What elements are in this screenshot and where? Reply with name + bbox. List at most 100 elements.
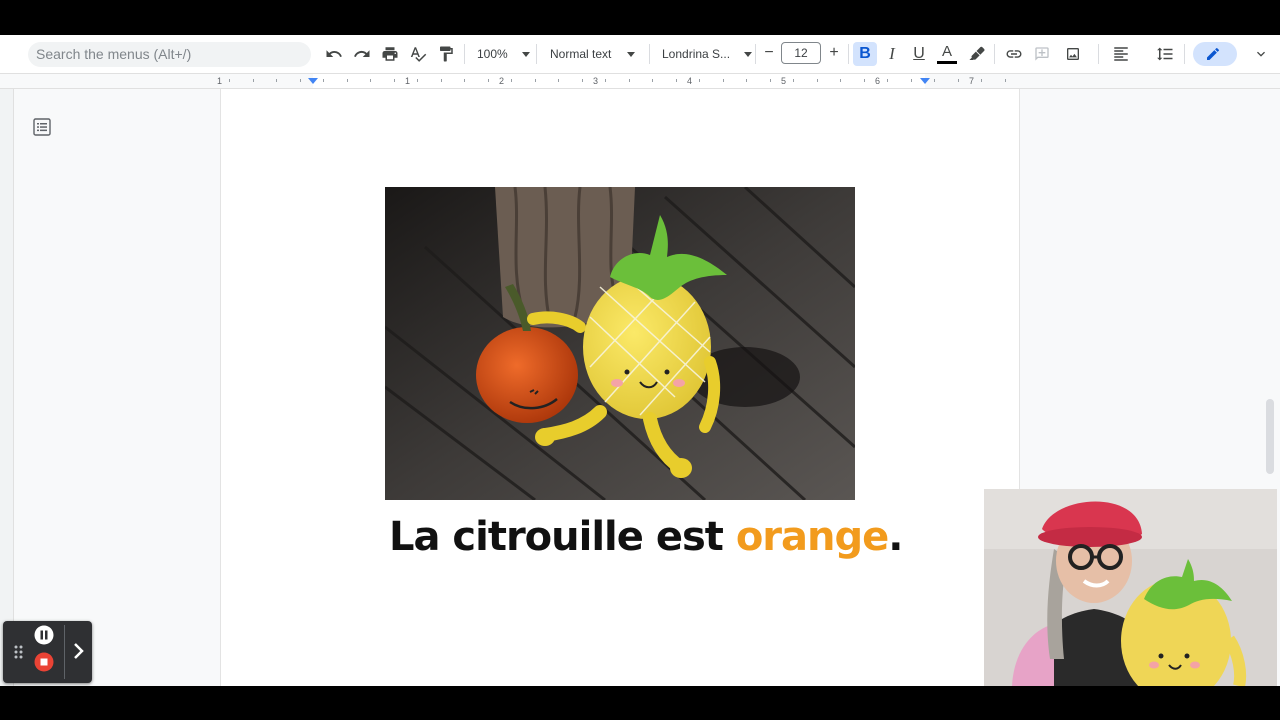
- stop-record-icon[interactable]: [34, 652, 54, 677]
- caption-period: .: [888, 514, 903, 560]
- letterbox-bottom: [0, 686, 1280, 720]
- ruler[interactable]: 1 1 2 3 4 5 6 7: [0, 73, 1280, 89]
- ruler-tick: [981, 79, 982, 82]
- text-color-label: A: [941, 43, 952, 60]
- toolbar-divider: [464, 44, 465, 64]
- ruler-tick: [347, 79, 348, 82]
- italic-button[interactable]: I: [880, 42, 904, 66]
- font-dropdown[interactable]: Londrina S...: [662, 42, 753, 66]
- hide-menus-icon[interactable]: [1249, 42, 1273, 66]
- ruler-number: 2: [499, 76, 505, 86]
- ruler-tick: [417, 79, 418, 82]
- chevron-down-icon: [627, 51, 636, 57]
- webcam-overlay: [984, 489, 1277, 686]
- style-value: Normal text: [550, 47, 612, 61]
- caption-text: La citrouille est: [389, 514, 736, 560]
- pumpkin-pineapple-photo[interactable]: [385, 187, 855, 500]
- ruler-tick: [887, 79, 888, 82]
- ruler-number: 1: [405, 76, 411, 86]
- ruler-tick: [723, 79, 724, 82]
- ruler-tick: [864, 79, 865, 82]
- ruler-tick: [253, 79, 254, 82]
- link-icon[interactable]: [1002, 42, 1026, 66]
- ruler-tick: [934, 79, 935, 82]
- ruler-tick: [511, 79, 512, 82]
- ruler-number: 4: [687, 76, 693, 86]
- expand-chevron-icon[interactable]: [71, 641, 87, 666]
- toolbar-divider: [1098, 44, 1099, 64]
- toolbar-divider: [649, 44, 650, 64]
- toolbar-divider: [1184, 44, 1185, 64]
- ruler-tick: [582, 79, 583, 82]
- ruler-tick: [629, 79, 630, 82]
- underline-button[interactable]: U: [907, 42, 931, 66]
- ruler-tick: [276, 79, 277, 82]
- ruler-tick: [699, 79, 700, 82]
- ruler-tick: [770, 79, 771, 82]
- paint-format-icon[interactable]: [434, 42, 458, 66]
- ruler-tick: [911, 79, 912, 82]
- ruler-tick: [323, 79, 324, 82]
- vertical-scrollbar[interactable]: [1266, 399, 1274, 474]
- caption-color-word: orange: [735, 514, 889, 560]
- ruler-tick: [958, 79, 959, 82]
- text-color-swatch: [937, 61, 957, 64]
- ruler-tick: [1005, 79, 1006, 82]
- toolbar-divider: [755, 44, 756, 64]
- zoom-dropdown[interactable]: 100%: [477, 42, 530, 66]
- ruler-number: 7: [969, 76, 975, 86]
- align-left-icon[interactable]: [1106, 42, 1138, 66]
- font-value: Londrina S...: [662, 47, 731, 61]
- increase-font-size-button[interactable]: +: [823, 42, 845, 64]
- insert-image-icon[interactable]: [1058, 42, 1092, 66]
- ruler-tick: [370, 79, 371, 82]
- zoom-value: 100%: [477, 47, 508, 61]
- redo-icon[interactable]: [350, 42, 374, 66]
- document-caption: La citrouille est orange.: [389, 514, 903, 560]
- ruler-tick: [488, 79, 489, 82]
- right-indent-marker[interactable]: [920, 78, 930, 84]
- ruler-tick: [394, 79, 395, 82]
- undo-icon[interactable]: [322, 42, 346, 66]
- toolbar-divider: [848, 44, 849, 64]
- toolbar-divider: [994, 44, 995, 64]
- left-indent-marker[interactable]: [308, 78, 318, 84]
- ruler-tick: [535, 79, 536, 82]
- recorder-divider: [64, 625, 65, 679]
- toolbar-divider: [536, 44, 537, 64]
- bold-button[interactable]: B: [853, 42, 877, 66]
- spellcheck-icon[interactable]: [406, 42, 430, 66]
- font-size-input[interactable]: 12: [781, 42, 821, 64]
- ruler-tick: [793, 79, 794, 82]
- ruler-tick: [817, 79, 818, 82]
- ruler-number: 3: [593, 76, 599, 86]
- side-panel-edge: [0, 89, 14, 686]
- ruler-tick: [300, 79, 301, 82]
- ruler-number: 5: [781, 76, 787, 86]
- drag-handle-icon[interactable]: [13, 643, 25, 666]
- decrease-font-size-button[interactable]: −: [758, 42, 780, 64]
- chevron-down-icon: [521, 51, 530, 57]
- toolbar: Search the menus (Alt+/) 100% Normal tex…: [0, 35, 1280, 73]
- ruler-tick: [558, 79, 559, 82]
- line-spacing-icon[interactable]: [1152, 42, 1178, 66]
- search-menus-input[interactable]: Search the menus (Alt+/): [28, 42, 311, 67]
- highlight-icon[interactable]: [965, 42, 989, 66]
- ruler-tick: [464, 79, 465, 82]
- ruler-tick: [652, 79, 653, 82]
- ruler-tick: [676, 79, 677, 82]
- ruler-tick: [441, 79, 442, 82]
- ruler-tick: [605, 79, 606, 82]
- ruler-tick: [840, 79, 841, 82]
- pause-icon[interactable]: [34, 625, 54, 650]
- ruler-tick: [746, 79, 747, 82]
- text-color-button[interactable]: A: [935, 42, 959, 66]
- editing-mode-button[interactable]: [1193, 42, 1237, 66]
- ruler-number: 6: [875, 76, 881, 86]
- document-outline-icon[interactable]: [33, 118, 51, 136]
- ruler-number: 1: [217, 76, 223, 86]
- print-icon[interactable]: [378, 42, 402, 66]
- add-comment-icon[interactable]: [1030, 42, 1054, 66]
- style-dropdown[interactable]: Normal text: [550, 42, 636, 66]
- chevron-down-icon: [744, 51, 753, 57]
